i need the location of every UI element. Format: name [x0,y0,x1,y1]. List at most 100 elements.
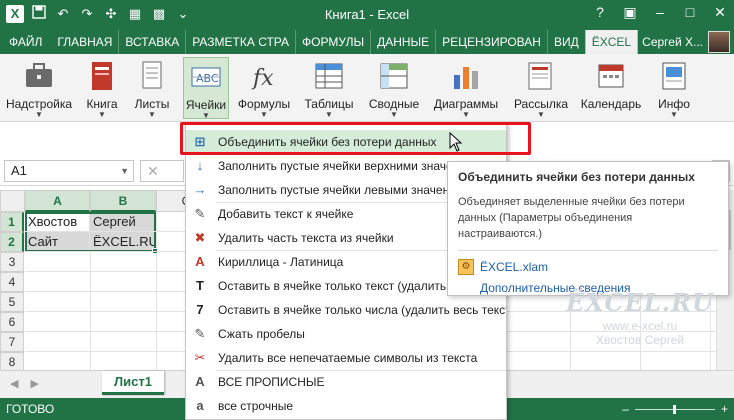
menu-item-label: все строчные [218,399,294,413]
column-header-b[interactable]: B [90,190,156,212]
pivot-icon [377,59,411,93]
ribbon-button-label: Сводные [368,97,420,111]
mail-icon [524,59,558,93]
user-name: Сергей Х... [642,35,703,49]
tooltip-file-name: ЁXCEL.xlam [480,260,549,274]
sheet-navigation: ◀ ▶ [10,377,39,390]
tab-1[interactable]: ГЛАВНАЯ [51,30,118,54]
chevron-down-icon: ▼ [462,110,470,119]
menu-item-label: Заполнить пустые ячейки левыми значениям… [218,183,478,197]
row-header-3[interactable]: 3 [0,252,24,272]
highlight-callout-box [180,122,531,155]
tab-7[interactable]: ВИД [546,30,585,54]
ribbon-button-1[interactable]: Книга ▼ [80,57,124,119]
ribbon-tabs: ФАЙЛ ГЛАВНАЯ ВСТАВКА РАЗМЕТКА СТРА ФОРМУЛЫ ДА… [0,30,639,54]
menu-item-label: Добавить текст к ячейке [218,207,354,221]
user-account[interactable]: Сергей Х... [642,30,730,54]
ribbon-button-6[interactable]: Сводные ▼ [364,57,424,119]
ribbon-button-label: Таблицы [304,97,354,111]
row-header-4[interactable]: 4 [0,272,24,292]
chevron-down-icon: ▼ [148,110,156,119]
chevron-down-icon: ▼ [390,110,398,119]
svg-text:fx: fx [251,66,274,91]
sheet-tab-list1[interactable]: Лист1 [102,371,164,395]
menu-item-11[interactable]: a все строчные [186,394,506,418]
zoom-in-button[interactable]: + [721,398,728,420]
chevron-down-icon: ▼ [120,166,129,176]
ribbon-button-label: Формулы [237,97,291,111]
chevron-down-icon: ▼ [260,110,268,119]
row-header-7[interactable]: 7 [0,332,24,352]
menu-item-9[interactable]: ✂ Удалить все непечатаемые символы из тек… [186,346,506,370]
window-controls: ? ▣ – □ ✕ [590,4,730,21]
close-button[interactable]: ✕ [710,4,730,21]
row-header-2[interactable]: 2 [0,232,24,252]
ribbon-options-icon[interactable]: ▣ [620,4,640,21]
sheet-next-icon[interactable]: ▶ [30,377,38,390]
tab-0[interactable]: ФАЙЛ [0,30,52,54]
chevron-down-icon: ▼ [537,110,545,119]
name-box-value: A1 [11,163,27,178]
menu-item-label: Кириллица - Латиница [218,255,344,269]
numbers-only-icon: 7 [196,302,204,317]
maximize-button[interactable]: □ [680,4,700,21]
avatar [708,31,730,53]
fill-down-icon: ↓ [196,158,204,173]
select-all-corner[interactable] [0,190,25,212]
book-icon [85,59,119,93]
lowercase-icon: a [196,398,204,413]
ribbon-button-4[interactable]: fx Формулы ▼ [234,57,294,119]
tab-5[interactable]: ДАННЫЕ [370,30,435,54]
ribbon-button-label: Ячейки [185,98,227,112]
tab-6[interactable]: РЕЦЕНЗИРОВАН [435,30,547,54]
ribbon-button-7[interactable]: Диаграммы ▼ [430,57,502,119]
tab-2[interactable]: ВСТАВКА [118,30,185,54]
ribbon-button-5[interactable]: Таблицы ▼ [300,57,358,119]
chevron-down-icon: ▼ [670,110,678,119]
watermark-url: www.e-xcel.ru [602,319,678,333]
tab-3[interactable]: РАЗМЕТКА СТРА [185,30,295,54]
title-bar: X ↶ ↷ ✣ ▦ ▩ ⌄ Книга1 - Excel ? ▣ – □ ✕ [0,0,734,30]
row-header-8[interactable]: 8 [0,352,24,372]
ribbon-button-label: Книга [86,97,118,111]
briefcase-icon [22,59,56,93]
calendar-icon [594,59,628,93]
name-box[interactable]: A1 ▼ [4,160,134,182]
menu-item-8[interactable]: ✎ Сжать пробелы [186,322,506,346]
tooltip: Объединить ячейки без потери данных Объе… [447,161,729,296]
menu-item-7[interactable]: 7 Оставить в ячейке только числа (удалить… [186,298,506,322]
row-header-1[interactable]: 1 [0,212,24,232]
menu-item-10[interactable]: A ВСЕ ПРОПИСНЫЕ [186,370,506,394]
chevron-down-icon: ▼ [202,111,210,120]
chevron-down-icon: ▼ [98,110,106,119]
formula-cancel-button[interactable]: ✕ [140,160,184,182]
help-button[interactable]: ? [590,4,610,21]
tab-4[interactable]: ФОРМУЛЫ [295,30,370,54]
translit-icon: A [195,254,205,269]
menu-item-label: ВСЕ ПРОПИСНЫЕ [218,375,325,389]
column-header-a[interactable]: A [25,190,90,212]
ribbon-button-label: Инфо [658,97,690,111]
add-text-icon: ✎ [194,206,206,221]
ribbon-button-3[interactable]: ABC Ячейки ▼ [183,57,229,120]
status-text: ГОТОВО [6,402,55,416]
ribbon-button-2[interactable]: Листы ▼ [130,57,174,119]
tooltip-addin-file: ⚙ ЁXCEL.xlam [458,259,718,275]
zoom-slider[interactable] [634,404,715,414]
sheet-prev-icon[interactable]: ◀ [10,377,18,390]
ribbon-button-9[interactable]: Календарь [578,57,644,119]
row-header-6[interactable]: 6 [0,312,24,332]
clean-icon: ✂ [194,350,206,365]
ribbon-button-10[interactable]: Инфо ▼ [650,57,698,119]
ribbon-button-8[interactable]: Рассылка ▼ [510,57,572,119]
row-header-5[interactable]: 5 [0,292,24,312]
ribbon-button-label: Листы [134,97,170,111]
minimize-button[interactable]: – [650,4,670,21]
cancel-icon: ✕ [147,163,159,179]
tab-8[interactable]: ЁXCEL [584,30,639,54]
sheets-icon [135,59,169,93]
zoom-out-button[interactable]: – [622,398,629,420]
ribbon-button-0[interactable]: Надстройка ▼ [4,57,74,119]
gridline [156,212,157,372]
tooltip-divider [458,250,718,251]
